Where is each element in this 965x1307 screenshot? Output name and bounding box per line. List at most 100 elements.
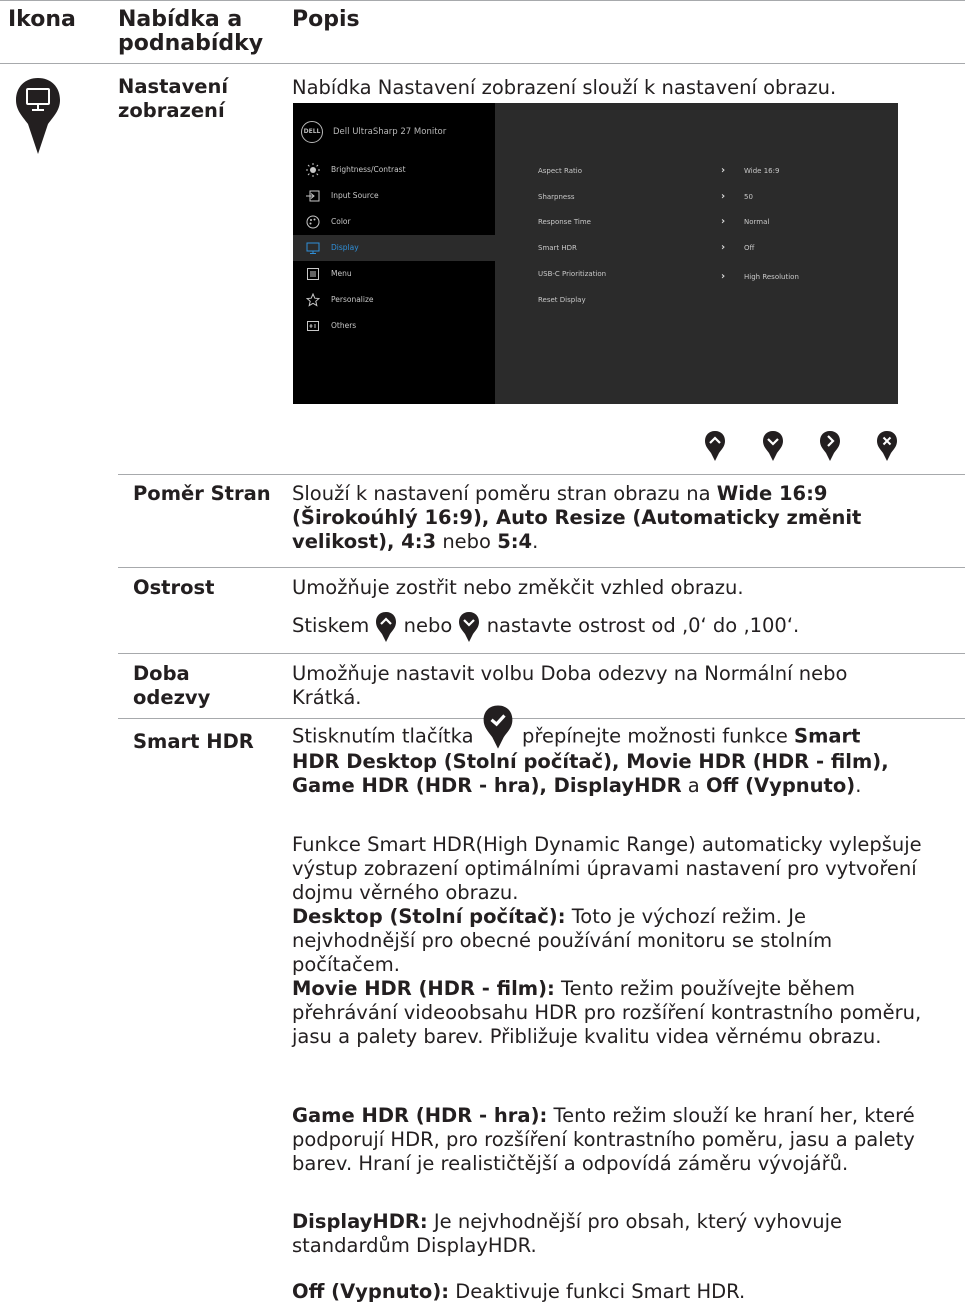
- header-menu-line2: podnabídky: [118, 31, 264, 56]
- osd-menu-label: Display: [331, 243, 359, 252]
- osd-title: Dell UltraSharp 27 Monitor: [333, 127, 447, 137]
- section-title-line1: Nastavení: [118, 75, 229, 98]
- off-text: Deaktivuje funkci Smart HDR.: [449, 1280, 746, 1303]
- desktop-bold: Desktop (Stolní počítač):: [292, 905, 566, 928]
- chevron-right-icon: ›: [721, 165, 726, 176]
- osd-menu-item-brightness[interactable]: Brightness/Contrast: [293, 157, 495, 183]
- osd-setting-label: Aspect Ratio: [538, 167, 582, 175]
- brightness-icon: [306, 163, 320, 177]
- star-icon: [306, 293, 320, 307]
- osd-menu-item-input-source[interactable]: Input Source: [293, 183, 495, 209]
- sharpness-pre: Stiskem: [292, 614, 370, 637]
- osd-settings-panel: [495, 103, 898, 404]
- input-source-icon: [306, 190, 320, 202]
- close-icon: [877, 431, 897, 461]
- smarthdr-p1-b4: Off (Vypnuto): [705, 774, 856, 797]
- osd-menu-item-display[interactable]: Display: [293, 235, 495, 261]
- chevron-right-icon: ›: [721, 242, 726, 253]
- smarthdr-desktop: Desktop (Stolní počítač): Toto je výchoz…: [292, 905, 932, 977]
- header-rule: [0, 63, 965, 64]
- top-rule: [0, 0, 965, 1]
- osd-setting-sharpness[interactable]: Sharpness › 50: [538, 191, 898, 202]
- up-icon: [376, 611, 397, 642]
- osd-setting-label: Reset Display: [538, 296, 586, 304]
- osd-setting-value: Off: [744, 244, 755, 252]
- smarthdr-p1-b2: HDR Desktop (Stolní počítač), Movie HDR …: [292, 750, 889, 773]
- smarthdr-p1-end: .: [855, 774, 862, 797]
- smarthdr-p1-pre: Stisknutím tlačítka: [292, 724, 474, 748]
- osd-setting-value: 50: [744, 193, 753, 201]
- smarthdr-game: Game HDR (HDR - hra): Tento režim slouží…: [292, 1104, 937, 1176]
- smarthdr-off: Off (Vypnuto): Deaktivuje funkci Smart H…: [292, 1280, 932, 1304]
- menu-icon: [307, 268, 319, 280]
- row-label-sharpness: Ostrost: [133, 576, 215, 599]
- smarthdr-displayhdr: DisplayHDR: Je nejvhodnější pro obsah, k…: [292, 1210, 932, 1258]
- header-menu-line1: Nabídka a: [118, 7, 243, 32]
- osd-menu-label: Others: [331, 321, 357, 330]
- right-icon: [820, 431, 840, 461]
- smarthdr-para1-line1: Stisknutím tlačítka přepínejte možnosti …: [292, 705, 932, 750]
- smarthdr-para1: Stisknutím tlačítka přepínejte možnosti …: [292, 705, 932, 798]
- osd-setting-reset-display[interactable]: Reset Display: [538, 296, 898, 304]
- response-label-line2: odezvy: [133, 686, 211, 709]
- down-icon: [763, 431, 783, 461]
- movie-bold: Movie HDR (HDR - film):: [292, 977, 555, 1000]
- osd-menu-panel: DELL Dell UltraSharp 27 Monitor Brightne…: [293, 103, 495, 404]
- osd-setting-label: Sharpness: [538, 193, 575, 201]
- osd-setting-label: Smart HDR: [538, 244, 577, 252]
- osd-menu-label: Color: [331, 217, 351, 226]
- section-title-line2: zobrazení: [118, 99, 225, 122]
- row-desc-sharpness-line1: Umožňuje zostřit nebo změkčit vzhled obr…: [292, 576, 744, 599]
- chevron-right-icon: ›: [721, 216, 726, 227]
- smarthdr-p1-b3: Game HDR (HDR - hra), DisplayHDR: [292, 774, 682, 797]
- row-desc-aspect: Slouží k nastavení poměru stran obrazu n…: [292, 482, 917, 554]
- row-label-aspect: Poměr Stran: [133, 482, 271, 505]
- osd-menu-item-color[interactable]: Color: [293, 209, 495, 235]
- aspect-text-3: .: [532, 530, 539, 553]
- sharpness-post: nastavte ostrost od ‚0‘ do ‚100‘.: [486, 614, 800, 637]
- monitor-icon: [16, 78, 60, 154]
- row-rule: [118, 567, 965, 568]
- osd-screenshot: DELL Dell UltraSharp 27 Monitor Brightne…: [293, 103, 898, 404]
- down-icon: [459, 611, 480, 642]
- smarthdr-para1-line3: Game HDR (HDR - hra), DisplayHDR a Off (…: [292, 774, 932, 798]
- right-icon: [483, 705, 513, 749]
- osd-menu-label: Menu: [331, 269, 352, 278]
- osd-menu-item-menu[interactable]: Menu: [293, 261, 495, 287]
- smarthdr-p1-b1: Smart: [794, 724, 861, 748]
- row-label-smarthdr: Smart HDR: [133, 730, 254, 753]
- osd-setting-response-time[interactable]: Response Time › Normal: [538, 216, 898, 227]
- header-icon-column: Ikona: [8, 7, 76, 32]
- chevron-right-icon: ›: [721, 271, 726, 282]
- game-bold: Game HDR (HDR - hra):: [292, 1104, 548, 1127]
- osd-menu-item-personalize[interactable]: Personalize: [293, 287, 495, 313]
- osd-setting-value: Wide 16:9: [744, 167, 780, 175]
- osd-menu-label: Brightness/Contrast: [331, 165, 406, 174]
- aspect-bold-2: 5:4: [497, 530, 533, 553]
- aspect-text-2: nebo: [436, 530, 498, 553]
- smarthdr-movie: Movie HDR (HDR - film): Tento režim použ…: [292, 977, 952, 1049]
- osd-setting-label: Response Time: [538, 218, 591, 226]
- sharpness-mid: nebo: [403, 614, 453, 637]
- osd-menu-item-others[interactable]: Others: [293, 313, 495, 339]
- response-line1: Umožňuje nastavit volbu Doba odezvy na N…: [292, 662, 848, 685]
- row-rule: [118, 653, 965, 654]
- row-label-response: Doba odezvy: [133, 662, 210, 710]
- others-icon: [307, 321, 319, 331]
- smarthdr-p1-post: přepínejte možnosti funkce: [521, 724, 788, 748]
- display-icon: [306, 242, 320, 254]
- off-bold: Off (Vypnuto):: [292, 1280, 450, 1303]
- osd-setting-usbc-prioritization[interactable]: USB-C Prioritization › High Resolution: [538, 270, 898, 282]
- up-icon: [705, 431, 725, 461]
- displayhdr-bold: DisplayHDR:: [292, 1210, 428, 1233]
- osd-setting-label: USB-C Prioritization: [538, 270, 607, 278]
- osd-setting-value: High Resolution: [744, 273, 799, 281]
- dell-logo: DELL: [301, 121, 323, 143]
- section-title: Nastavení zobrazení: [118, 75, 228, 123]
- response-line2: Krátká.: [292, 686, 362, 709]
- aspect-text-1: Slouží k nastavení poměru stran obrazu n…: [292, 482, 717, 505]
- osd-setting-aspect-ratio[interactable]: Aspect Ratio › Wide 16:9: [538, 165, 898, 176]
- osd-setting-smart-hdr[interactable]: Smart HDR › Off: [538, 242, 898, 253]
- row-rule: [118, 474, 965, 475]
- color-icon: [306, 215, 320, 229]
